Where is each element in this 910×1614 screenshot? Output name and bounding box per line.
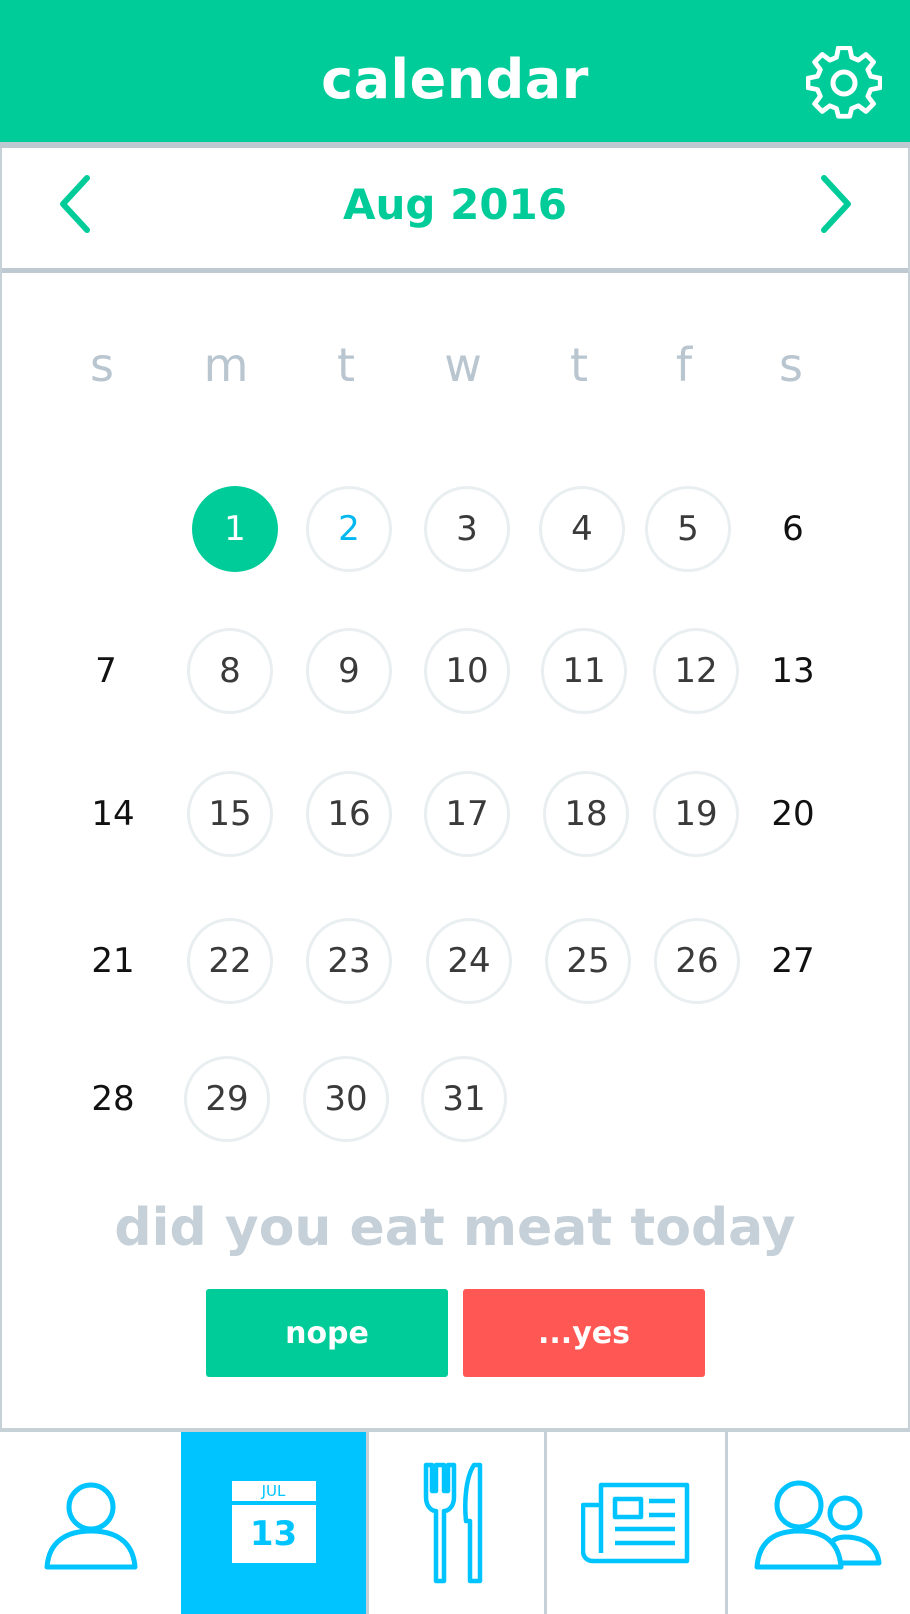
calendar-day[interactable]: 2 — [306, 486, 392, 572]
calendar-day[interactable]: 6 — [750, 486, 836, 572]
weekday-wed: w — [444, 338, 482, 392]
fork-knife-icon — [423, 1462, 482, 1584]
calendar-day[interactable]: 11 — [541, 628, 627, 714]
calendar-day[interactable]: 31 — [421, 1056, 507, 1142]
tab-profile[interactable] — [0, 1432, 181, 1614]
calendar-day[interactable]: 9 — [306, 628, 392, 714]
tab-community[interactable] — [728, 1432, 908, 1614]
bottom-tab-bar: JUL 13 — [0, 1428, 910, 1614]
calendar-day[interactable]: 30 — [303, 1056, 389, 1142]
weekday-thu: t — [569, 338, 589, 392]
calendar-day[interactable]: 22 — [187, 918, 273, 1004]
yes-button[interactable]: ...yes — [463, 1289, 705, 1377]
month-label: Aug 2016 — [343, 180, 567, 229]
calendar-day[interactable]: 27 — [750, 918, 836, 1004]
calendar-day[interactable]: 14 — [70, 771, 156, 857]
calendar-day[interactable]: 28 — [70, 1056, 156, 1142]
tab-news[interactable] — [547, 1432, 725, 1614]
weekday-sun: s — [90, 338, 114, 392]
calendar-day[interactable]: 18 — [543, 771, 629, 857]
calendar-day[interactable]: 10 — [424, 628, 510, 714]
gear-icon[interactable] — [806, 46, 882, 122]
calendar-day[interactable]: 25 — [545, 918, 631, 1004]
weekday-mon: m — [203, 338, 249, 392]
calendar-day[interactable]: 5 — [645, 486, 731, 572]
calendar-day[interactable]: 13 — [750, 628, 836, 714]
calendar-icon-month: JUL — [231, 1481, 316, 1501]
nav-divider — [0, 268, 910, 273]
group-icon — [754, 1480, 882, 1570]
calendar-day[interactable]: 3 — [424, 486, 510, 572]
calendar-day[interactable]: 4 — [539, 486, 625, 572]
calendar-day[interactable]: 7 — [63, 628, 149, 714]
calendar-day[interactable]: 12 — [653, 628, 739, 714]
weekday-sat: s — [779, 338, 803, 392]
chevron-right-icon[interactable] — [808, 172, 858, 236]
calendar-day[interactable]: 16 — [306, 771, 392, 857]
weekday-tue: t — [336, 338, 356, 392]
calendar-day[interactable]: 23 — [306, 918, 392, 1004]
calendar-icon-day: 13 — [231, 1505, 316, 1563]
newspaper-icon — [581, 1482, 690, 1564]
calendar-day[interactable]: 8 — [187, 628, 273, 714]
calendar-day[interactable]: 24 — [426, 918, 512, 1004]
calendar-icon: JUL 13 — [231, 1481, 316, 1565]
calendar-day[interactable]: 17 — [424, 771, 510, 857]
nope-button[interactable]: nope — [206, 1289, 448, 1377]
calendar-day[interactable]: 20 — [750, 771, 836, 857]
tab-food[interactable] — [369, 1432, 544, 1614]
month-navigation: Aug 2016 — [0, 148, 910, 270]
page-title: calendar — [321, 48, 589, 111]
calendar-day[interactable]: 26 — [654, 918, 740, 1004]
calendar-day[interactable]: 21 — [70, 918, 156, 1004]
meat-question: did you eat meat today — [114, 1198, 796, 1258]
tab-calendar[interactable]: JUL 13 — [181, 1432, 366, 1614]
calendar-day[interactable]: 29 — [184, 1056, 270, 1142]
weekday-fri: f — [675, 338, 693, 392]
calendar-day-selected[interactable]: 1 — [192, 486, 278, 572]
calendar-day[interactable]: 19 — [653, 771, 739, 857]
calendar-day[interactable]: 15 — [187, 771, 273, 857]
profile-icon — [44, 1482, 137, 1570]
app-header: calendar — [0, 0, 910, 142]
